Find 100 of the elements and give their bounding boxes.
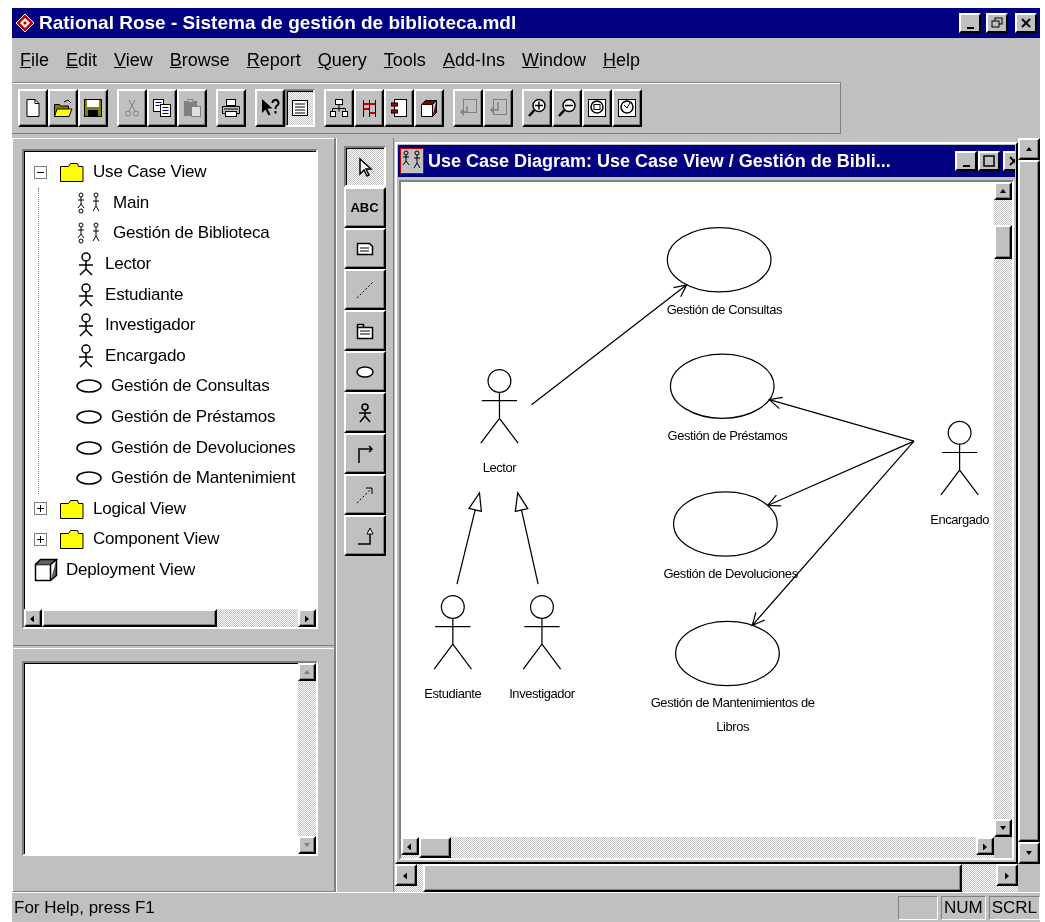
status-indicator: SCRL	[988, 895, 1040, 920]
status-message: For Help, press F1	[13, 897, 156, 918]
tool-button[interactable]	[343, 146, 386, 187]
menu-item[interactable]: Help	[602, 49, 640, 71]
folder-icon	[59, 161, 85, 184]
ellipse-icon	[75, 470, 103, 487]
maximize-icon	[983, 155, 995, 167]
zoom-fit-icon	[587, 98, 607, 118]
up-arrow-icon	[1025, 145, 1033, 153]
actor-label: Lector	[482, 460, 517, 476]
menu-item[interactable]: Edit	[66, 49, 98, 71]
scroll-up-button[interactable]	[1018, 138, 1040, 160]
menu-item[interactable]: Browse	[169, 49, 230, 71]
menu-item[interactable]: Query	[317, 49, 367, 71]
scroll-down-button[interactable]	[298, 836, 316, 854]
tree-item[interactable]: Component View	[93, 529, 220, 550]
scroll-right-button[interactable]	[976, 837, 994, 855]
left-arrow-icon	[402, 871, 410, 879]
left-arrow-icon	[406, 842, 414, 850]
toolbar-button[interactable]	[285, 89, 315, 127]
use-case-label: Gestión de Devoluciones	[663, 565, 798, 581]
printer-icon	[221, 98, 241, 118]
tree-item[interactable]: Gestión de Mantenimient	[111, 468, 296, 489]
close-button[interactable]	[1015, 13, 1037, 33]
expand-icon[interactable]	[34, 532, 47, 546]
diagram-canvas[interactable]: Gestión de Consultas Gestión de Préstamos Gestión de Devoluciones Gestión de Mantenimientos de Libros Lector Estudiante Investigador Encargado	[401, 182, 994, 837]
tree-item[interactable]: Estudiante	[105, 284, 184, 305]
scroll-thumb[interactable]	[42, 609, 218, 627]
text-tool-button[interactable]: ABC	[343, 187, 386, 228]
scroll-left-button[interactable]	[401, 837, 419, 855]
ellipse-icon	[75, 409, 103, 426]
use-case-label: Gestión de Consultas	[666, 301, 783, 317]
scroll-down-button[interactable]	[994, 819, 1012, 837]
tree-item[interactable]: Gestión de Préstamos	[111, 407, 276, 428]
up-arrow-icon	[999, 187, 1007, 195]
scrollbar[interactable]	[24, 609, 316, 627]
diagram-icon	[400, 148, 424, 174]
folder-icon	[53, 98, 73, 118]
window-title: Rational Rose - Sistema de gestión de biblioteca.mdl	[39, 12, 518, 34]
scroll-right-button[interactable]	[298, 609, 316, 627]
scroll-up-button[interactable]	[994, 182, 1012, 200]
collapse-icon[interactable]	[34, 165, 47, 179]
use-case-label: Gestión de Préstamos	[667, 428, 788, 444]
restore-button[interactable]	[986, 13, 1008, 33]
down-arrow-icon	[303, 841, 311, 849]
component-icon	[389, 98, 409, 118]
ellipse-icon	[75, 439, 103, 456]
tree-item[interactable]: Gestión de Consultas	[111, 376, 270, 397]
down-arrow-icon	[1025, 849, 1033, 857]
minimize-button[interactable]	[955, 151, 977, 171]
expand-icon[interactable]	[34, 502, 47, 516]
ellipse-icon	[75, 378, 103, 395]
page-icon	[23, 98, 43, 118]
tree-item[interactable]: Encargado	[105, 345, 186, 366]
tree-item[interactable]: Gestión de Devoluciones	[111, 437, 296, 458]
tree-item[interactable]: Logical View	[93, 498, 186, 519]
right-arrow-icon	[981, 842, 989, 850]
scroll-left-button[interactable]	[24, 609, 42, 627]
menu-item[interactable]: Window	[521, 49, 586, 71]
minimize-icon	[966, 26, 974, 29]
zoom-in-icon	[527, 98, 547, 118]
logo-icon	[15, 13, 35, 33]
right-arrow-icon	[1003, 871, 1011, 879]
cube-icon	[34, 558, 58, 582]
scroll-up-button[interactable]	[298, 663, 316, 681]
tree-item[interactable]: Deployment View	[66, 560, 195, 580]
tree-item[interactable]: Investigador	[105, 315, 196, 336]
scrollbar[interactable]	[298, 663, 316, 854]
minimize-button[interactable]	[959, 13, 981, 33]
minimize-icon	[962, 164, 970, 167]
scroll-down-button[interactable]	[1018, 842, 1040, 864]
close-icon	[1020, 17, 1032, 29]
maximize-button[interactable]	[978, 151, 1000, 171]
menu-item[interactable]: Report	[246, 49, 301, 71]
scroll-thumb[interactable]	[419, 837, 451, 858]
window-title: Use Case Diagram: Use Case View / Gestión de Bibli...	[428, 150, 892, 172]
folder-icon	[59, 528, 85, 551]
status-indicator: NUM	[940, 895, 986, 920]
hierarchy-icon	[329, 98, 349, 118]
documentation-field[interactable]	[22, 661, 318, 856]
scissors-icon	[122, 98, 142, 118]
scrollbar[interactable]	[401, 837, 994, 858]
pointer-question-icon	[260, 98, 280, 118]
tree-item[interactable]: Main	[113, 192, 150, 213]
menu-item[interactable]: View	[114, 49, 153, 71]
scroll-thumb[interactable]	[994, 224, 1012, 260]
tree-item[interactable]: Gestión de Biblioteca	[113, 223, 270, 244]
scrollbar[interactable]	[994, 182, 1012, 837]
zoom-out-icon	[557, 98, 577, 118]
use-case-label: Gestión de Mantenimientos de Libros	[650, 695, 815, 735]
menu-item[interactable]: File	[20, 49, 49, 71]
scroll-right-button[interactable]	[996, 864, 1018, 886]
restore-icon	[991, 17, 1003, 29]
menu-item[interactable]: Tools	[383, 49, 426, 71]
actor-label: Estudiante	[424, 686, 482, 702]
down-arrow-icon	[999, 824, 1007, 832]
scroll-left-button[interactable]	[395, 864, 417, 886]
menu-item[interactable]: Add-Ins	[442, 49, 505, 71]
tree-item[interactable]: Use Case View	[93, 162, 207, 183]
tree-item[interactable]: Lector	[105, 254, 152, 275]
